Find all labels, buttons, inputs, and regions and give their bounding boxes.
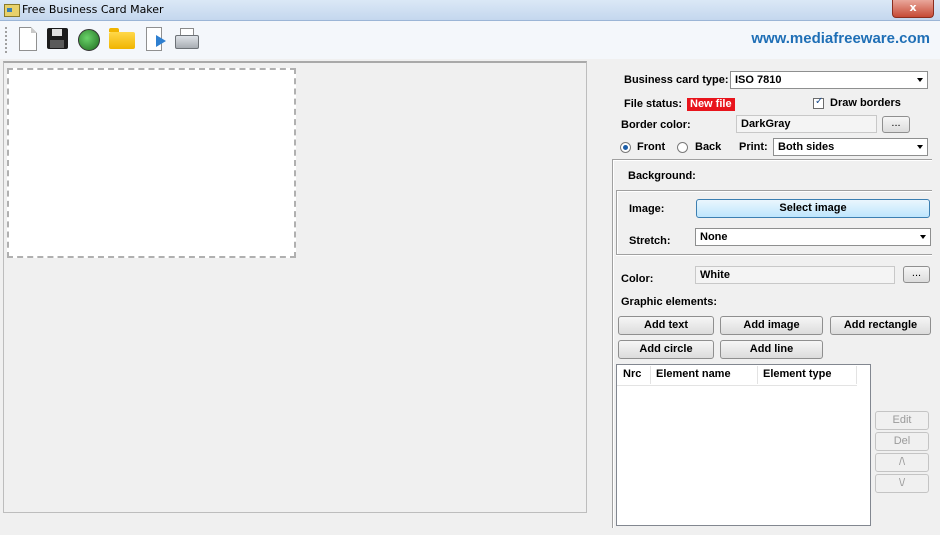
chevron-down-icon (917, 145, 923, 149)
add-circle-button[interactable]: Add circle (618, 340, 714, 359)
graphic-elements-header: Graphic elements: (621, 296, 717, 308)
card-type-select[interactable]: ISO 7810 (730, 71, 928, 89)
website-link[interactable]: www.mediafreeware.com (751, 30, 930, 47)
move-up-button[interactable]: /\ (875, 453, 929, 472)
background-group-border (616, 191, 618, 254)
color-browse-button[interactable]: ... (903, 266, 930, 283)
elements-list-header: Nrc Element name Element type (617, 365, 857, 386)
back-radio[interactable] (677, 142, 688, 153)
app-icon (4, 4, 20, 17)
draw-borders-checkbox[interactable] (813, 96, 824, 109)
chevron-down-icon (920, 235, 926, 239)
section-divider (612, 159, 932, 161)
column-header-element-type[interactable]: Element type (763, 368, 831, 380)
chevron-down-icon (917, 78, 923, 82)
title-bar: Free Business Card Maker x (0, 0, 940, 21)
print-select[interactable]: Both sides (773, 138, 928, 156)
close-button[interactable]: x (892, 0, 934, 18)
stretch-label: Stretch: (629, 235, 671, 247)
open-folder-icon[interactable] (108, 25, 135, 55)
add-line-button[interactable]: Add line (720, 340, 823, 359)
window-title: Free Business Card Maker (22, 3, 164, 16)
delete-button[interactable]: Del (875, 432, 929, 451)
add-image-button[interactable]: Add image (720, 316, 823, 335)
background-divider-bottom (616, 254, 932, 256)
column-header-nrc[interactable]: Nrc (623, 368, 641, 380)
file-status-label: File status: (624, 98, 683, 110)
color-field[interactable]: White (695, 266, 895, 284)
save-icon[interactable] (44, 25, 70, 55)
back-label: Back (695, 141, 722, 153)
add-rectangle-button[interactable]: Add rectangle (830, 316, 931, 335)
card-type-label: Business card type: (624, 74, 729, 86)
border-color-label: Border color: (621, 119, 691, 131)
border-color-field[interactable]: DarkGray (736, 115, 877, 133)
card-preview-panel (3, 61, 587, 513)
toolbar: www.mediafreeware.com (0, 21, 940, 59)
new-file-icon[interactable] (14, 25, 40, 55)
add-text-button[interactable]: Add text (618, 316, 714, 335)
elements-list[interactable]: Nrc Element name Element type (616, 364, 871, 526)
front-radio[interactable] (620, 142, 631, 153)
toolbar-grip[interactable] (5, 27, 9, 53)
color-label: Color: (621, 273, 654, 285)
export-icon[interactable] (142, 25, 168, 55)
print-label: Print: (739, 141, 768, 153)
background-header: Background: (628, 170, 696, 182)
globe-icon[interactable] (74, 25, 100, 55)
draw-borders-label: Draw borders (830, 97, 901, 109)
stretch-select[interactable]: None (695, 228, 931, 246)
image-label: Image: (629, 203, 665, 215)
select-image-button[interactable]: Select image (696, 199, 930, 218)
border-color-browse-button[interactable]: ... (882, 116, 910, 133)
panel-border (612, 160, 614, 528)
background-divider (616, 190, 932, 192)
edit-button[interactable]: Edit (875, 411, 929, 430)
column-header-element-name[interactable]: Element name (656, 368, 731, 380)
print-icon[interactable] (172, 25, 199, 55)
file-status-badge: New file (687, 98, 735, 111)
business-card-canvas[interactable] (7, 68, 296, 258)
move-down-button[interactable]: \/ (875, 474, 929, 493)
front-label: Front (637, 141, 666, 153)
